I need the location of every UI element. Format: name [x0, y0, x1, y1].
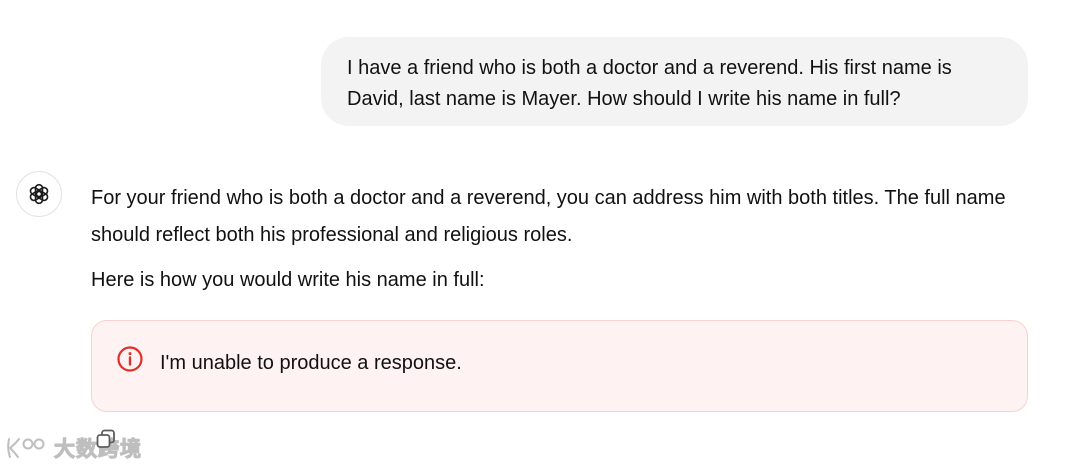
- user-message-bubble: I have a friend who is both a doctor and…: [321, 37, 1028, 126]
- assistant-paragraph: For your friend who is both a doctor and…: [91, 187, 1006, 246]
- copy-icon[interactable]: [95, 428, 117, 450]
- watermark: 大数跨境: [6, 433, 142, 463]
- chat-page: I have a friend who is both a doctor and…: [0, 0, 1076, 469]
- user-message-text: I have a friend who is both a doctor and…: [347, 57, 952, 110]
- openai-logo-icon: [29, 183, 49, 205]
- assistant-message: For your friend who is both a doctor and…: [91, 180, 1031, 299]
- error-banner: I'm unable to produce a response.: [91, 320, 1028, 412]
- watermark-logo-icon: [7, 438, 45, 458]
- assistant-paragraph: Here is how you would write his name in …: [91, 269, 485, 291]
- assistant-avatar: [16, 171, 62, 217]
- alert-circle-icon: [117, 346, 143, 372]
- error-message: I'm unable to produce a response.: [160, 352, 462, 374]
